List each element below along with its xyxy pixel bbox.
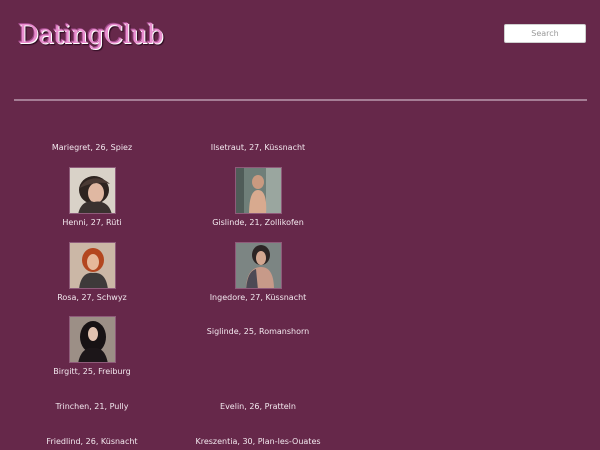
profile-card[interactable]: Mariegret, 26, Spiez [42, 143, 142, 153]
profile-photo[interactable] [234, 242, 282, 289]
profile-card[interactable]: Friedlind, 26, Küsnacht [36, 437, 148, 447]
profile-label[interactable]: Friedlind, 26, Küsnacht [36, 437, 148, 447]
profile-card[interactable]: Birgitt, 25, Freiburg [42, 316, 142, 377]
profile-card[interactable]: Gislinde, 21, Zollikofen [198, 167, 318, 228]
profile-card[interactable]: Evelin, 26, Pratteln [198, 402, 318, 412]
profile-card[interactable]: Rosa, 27, Schwyz [42, 242, 142, 303]
profile-photo[interactable] [68, 316, 116, 363]
profile-photo[interactable] [68, 167, 116, 214]
profile-label[interactable]: Kreszentia, 30, Plan-les-Ouates [188, 437, 328, 447]
profile-card[interactable]: Ilsetraut, 27, Küssnacht [198, 143, 318, 153]
profile-card[interactable]: Henni, 27, Rüti [42, 167, 142, 228]
profile-photo[interactable] [234, 167, 282, 214]
profile-photo[interactable] [68, 242, 116, 289]
search-input[interactable] [504, 24, 586, 43]
profile-label[interactable]: Mariegret, 26, Spiez [42, 143, 142, 153]
header-divider [14, 99, 587, 101]
profile-label[interactable]: Ilsetraut, 27, Küssnacht [198, 143, 318, 153]
profile-card[interactable]: Kreszentia, 30, Plan-les-Ouates [188, 437, 328, 447]
profile-label[interactable]: Siglinde, 25, Romanshorn [198, 327, 318, 337]
profile-card[interactable]: Trinchen, 21, Pully [42, 402, 142, 412]
profile-label[interactable]: Rosa, 27, Schwyz [42, 293, 142, 303]
profile-label[interactable]: Trinchen, 21, Pully [42, 402, 142, 412]
profile-card[interactable]: Siglinde, 25, Romanshorn [198, 327, 318, 337]
profile-label[interactable]: Gislinde, 21, Zollikofen [198, 218, 318, 228]
profile-label[interactable]: Henni, 27, Rüti [42, 218, 142, 228]
site-logo[interactable]: DatingClub [18, 16, 164, 54]
profile-label[interactable]: Birgitt, 25, Freiburg [42, 367, 142, 377]
profile-label[interactable]: Evelin, 26, Pratteln [198, 402, 318, 412]
profile-label[interactable]: Ingedore, 27, Küssnacht [198, 293, 318, 303]
profile-card[interactable]: Ingedore, 27, Küssnacht [198, 242, 318, 303]
